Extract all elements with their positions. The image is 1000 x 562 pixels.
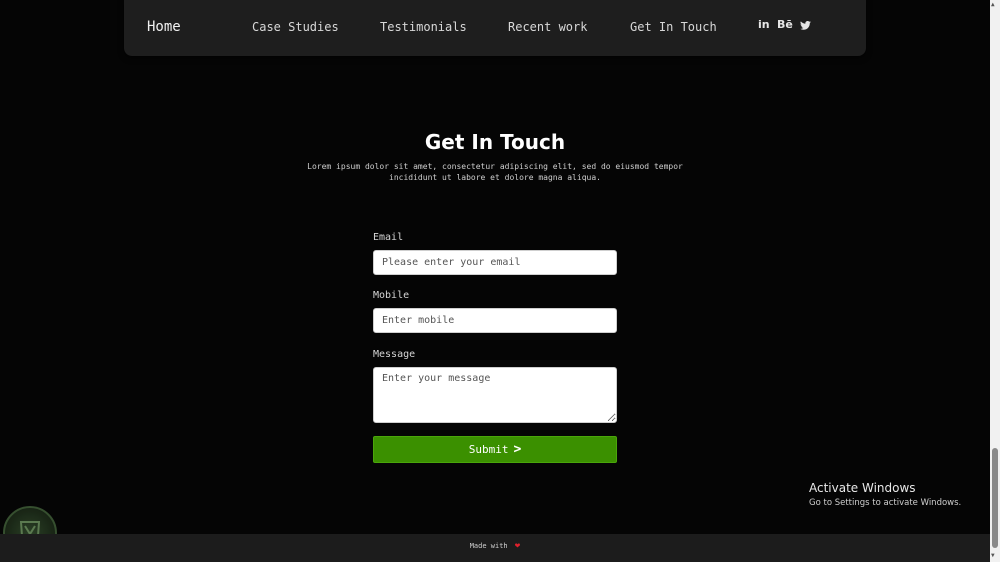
scroll-up-arrow-icon[interactable]: ▲ [991, 1, 995, 8]
heart-icon: ❤ [514, 541, 521, 551]
scrollbar-thumb[interactable] [992, 448, 998, 548]
nav-home-link[interactable]: Home [147, 19, 181, 35]
nav-recent-work-link[interactable]: Recent work [508, 20, 587, 34]
mobile-label: Mobile [373, 290, 410, 301]
message-field[interactable] [373, 367, 617, 423]
made-with-text: Made with [469, 542, 508, 550]
twitter-bird-glyph [800, 20, 811, 30]
page-title: Get In Touch [424, 130, 566, 154]
submit-button[interactable]: Submit > [373, 436, 617, 463]
nav-get-in-touch-link[interactable]: Get In Touch [630, 20, 717, 34]
activate-windows-title: Activate Windows [809, 481, 916, 495]
nav-testimonials-link[interactable]: Testimonials [380, 20, 467, 34]
windows-activation-watermark: Activate Windows Go to Settings to activ… [809, 481, 961, 508]
nav-case-studies-link[interactable]: Case Studies [252, 20, 339, 34]
mobile-field[interactable] [373, 308, 617, 333]
twitter-icon[interactable] [800, 20, 811, 33]
page-footer: Made with ❤ [0, 534, 990, 562]
email-label: Email [373, 232, 404, 243]
email-field[interactable] [373, 250, 617, 275]
activate-windows-subtitle: Go to Settings to activate Windows. [809, 498, 962, 508]
page-subtitle: Lorem ipsum dolor sit amet, consectetur … [307, 162, 683, 182]
vertical-scrollbar[interactable]: ▲ ▼ [990, 0, 1000, 562]
linkedin-icon[interactable]: in [758, 18, 770, 31]
top-navbar: Home Case Studies Testimonials Recent wo… [124, 0, 866, 56]
submit-label: Submit [468, 443, 509, 456]
behance-icon[interactable]: Bē [777, 18, 793, 31]
chevron-right-icon: > [513, 442, 522, 457]
message-label: Message [373, 349, 416, 360]
footer-credit: Made with ❤ [0, 541, 990, 551]
scroll-down-arrow-icon[interactable]: ▼ [991, 552, 995, 559]
